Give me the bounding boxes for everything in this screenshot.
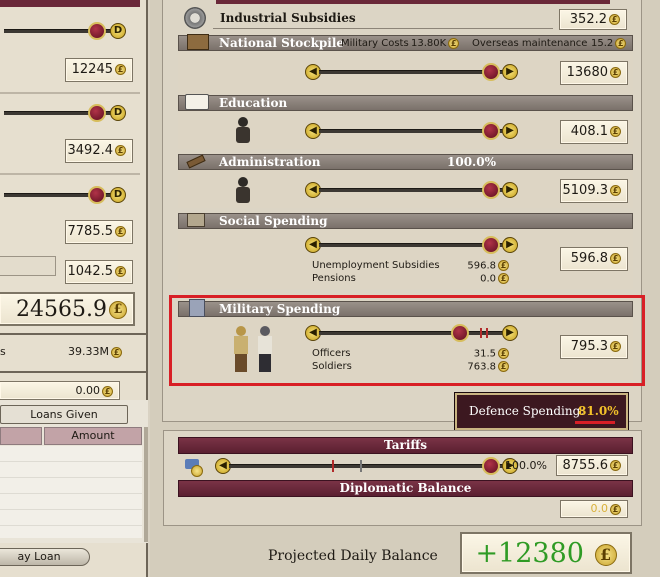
administration-slider[interactable]: ◀ ▶ <box>305 181 518 199</box>
projected-daily-balance-value: +12380 £ <box>460 532 632 574</box>
projected-daily-balance-label: Projected Daily Balance <box>268 548 438 564</box>
loans-table-body <box>0 446 142 538</box>
tariffs-percent: 100.0% <box>505 459 547 472</box>
left-loan-value-box: 0.00 £ <box>0 381 120 400</box>
left-total-box: 24565.9 £ <box>0 292 135 326</box>
left-slider-3[interactable]: D <box>0 186 128 204</box>
defence-spending-tooltip: Defence Spending: 81.0% <box>455 393 628 430</box>
left-income-label: s <box>0 345 6 358</box>
tariffs-header: Tariffs <box>178 437 633 454</box>
education-slider[interactable]: ◀ ▶ <box>305 122 518 140</box>
unemployment-subsidies-value: 596.8 £ <box>440 260 509 272</box>
diplomatic-balance-value: 0.0 £ <box>560 500 628 518</box>
left-slider-1[interactable]: D <box>0 22 128 40</box>
tariff-marker-2 <box>360 460 368 472</box>
education-header: Education <box>178 95 633 111</box>
industrial-subsidies-value: 352.2 £ <box>559 9 627 30</box>
scholar-icon <box>234 117 252 143</box>
left-value-box-1: 12245 £ <box>65 58 133 82</box>
social-spending-value: 596.8 £ <box>560 247 628 271</box>
administration-percent: 100.0% <box>447 155 496 169</box>
left-income-value: 39.33M £ <box>50 345 122 358</box>
social-spending-slider[interactable]: ◀ ▶ <box>305 236 518 254</box>
military-costs-label: Military Costs <box>341 38 409 49</box>
left-slider-2[interactable]: D <box>0 104 128 122</box>
defence-value-underline <box>575 421 615 424</box>
pensions-value: 0.0 £ <box>440 273 509 285</box>
unemployment-subsidies-label: Unemployment Subsidies <box>312 260 440 271</box>
gavel-icon <box>182 150 210 172</box>
national-stockpile-slider[interactable]: ◀ ▶ <box>305 63 518 81</box>
tariffs-value: 8755.6 £ <box>556 455 628 476</box>
tariff-marker-1 <box>332 460 340 472</box>
national-stockpile-header: National Stockpile Military Costs 13.80K… <box>178 35 633 51</box>
military-costs-value: 13.80K <box>411 38 447 49</box>
overseas-maintenance-label: Overseas maintenance <box>472 38 588 49</box>
left-top-strip <box>0 0 140 7</box>
tariff-coins-icon <box>185 457 205 477</box>
military-spending-highlight <box>169 295 645 386</box>
table-scrollbar[interactable] <box>144 427 148 542</box>
tariffs-slider[interactable]: ◀ ▶ <box>215 457 518 475</box>
left-value-box-2: 3492.4 £ <box>65 139 133 163</box>
defence-spending-value: 81.0% <box>578 404 619 418</box>
left-value-box-4: 1042.5 £ <box>65 260 133 284</box>
book-icon <box>183 91 211 113</box>
stockpile-crate-icon <box>184 31 212 53</box>
tab-loans-given[interactable]: Loans Given <box>0 405 128 424</box>
overseas-maintenance-value: 15.2 <box>591 38 614 49</box>
defence-spending-label: Defence Spending: <box>469 404 585 418</box>
pensions-label: Pensions <box>312 273 356 284</box>
bureaucrat-icon <box>234 177 252 205</box>
house-icon <box>182 209 210 231</box>
diplomatic-balance-header: Diplomatic Balance <box>178 480 633 497</box>
administration-header: Administration 100.0% <box>178 154 633 170</box>
national-stockpile-value: 13680 £ <box>560 61 628 85</box>
social-spending-header: Social Spending <box>178 213 633 229</box>
pay-loan-button[interactable]: ay Loan <box>0 548 90 566</box>
column-header-amount[interactable]: Amount <box>44 427 142 445</box>
industrial-subsidies-label: Industrial Subsidies <box>220 11 356 25</box>
administration-value: 5109.3 £ <box>560 179 628 203</box>
gear-icon <box>184 7 206 29</box>
left-value-box-3: 7785.5 £ <box>65 220 133 244</box>
education-value: 408.1 £ <box>560 120 628 144</box>
